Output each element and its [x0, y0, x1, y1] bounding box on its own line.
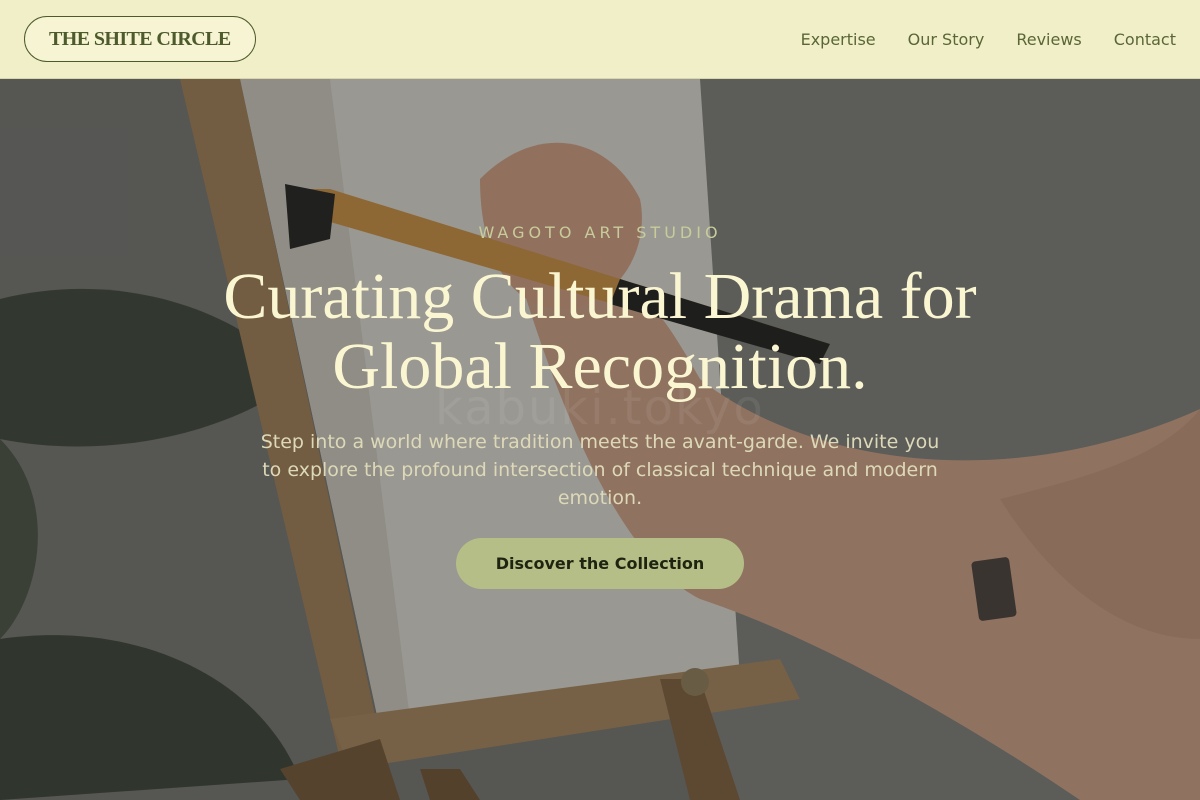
nav-link-expertise[interactable]: Expertise	[801, 30, 876, 49]
nav-link-reviews[interactable]: Reviews	[1016, 30, 1081, 49]
hero-content: WAGOTO ART STUDIO Curating Cultural Dram…	[0, 79, 1200, 589]
site-header: THE SHITE CIRCLE Expertise Our Story Rev…	[0, 0, 1200, 79]
nav-link-our-story[interactable]: Our Story	[908, 30, 985, 49]
nav-link-contact[interactable]: Contact	[1114, 30, 1176, 49]
discover-collection-button[interactable]: Discover the Collection	[455, 538, 745, 589]
hero-eyebrow: WAGOTO ART STUDIO	[478, 223, 722, 242]
hero-headline: Curating Cultural Drama for Global Recog…	[223, 260, 977, 403]
hero-section: kabuki.tokyo WAGOTO ART STUDIO Curating …	[0, 79, 1200, 800]
logo[interactable]: THE SHITE CIRCLE	[24, 16, 256, 62]
hero-subtext: Step into a world where tradition meets …	[260, 431, 940, 509]
main-nav: Expertise Our Story Reviews Contact	[801, 30, 1176, 49]
